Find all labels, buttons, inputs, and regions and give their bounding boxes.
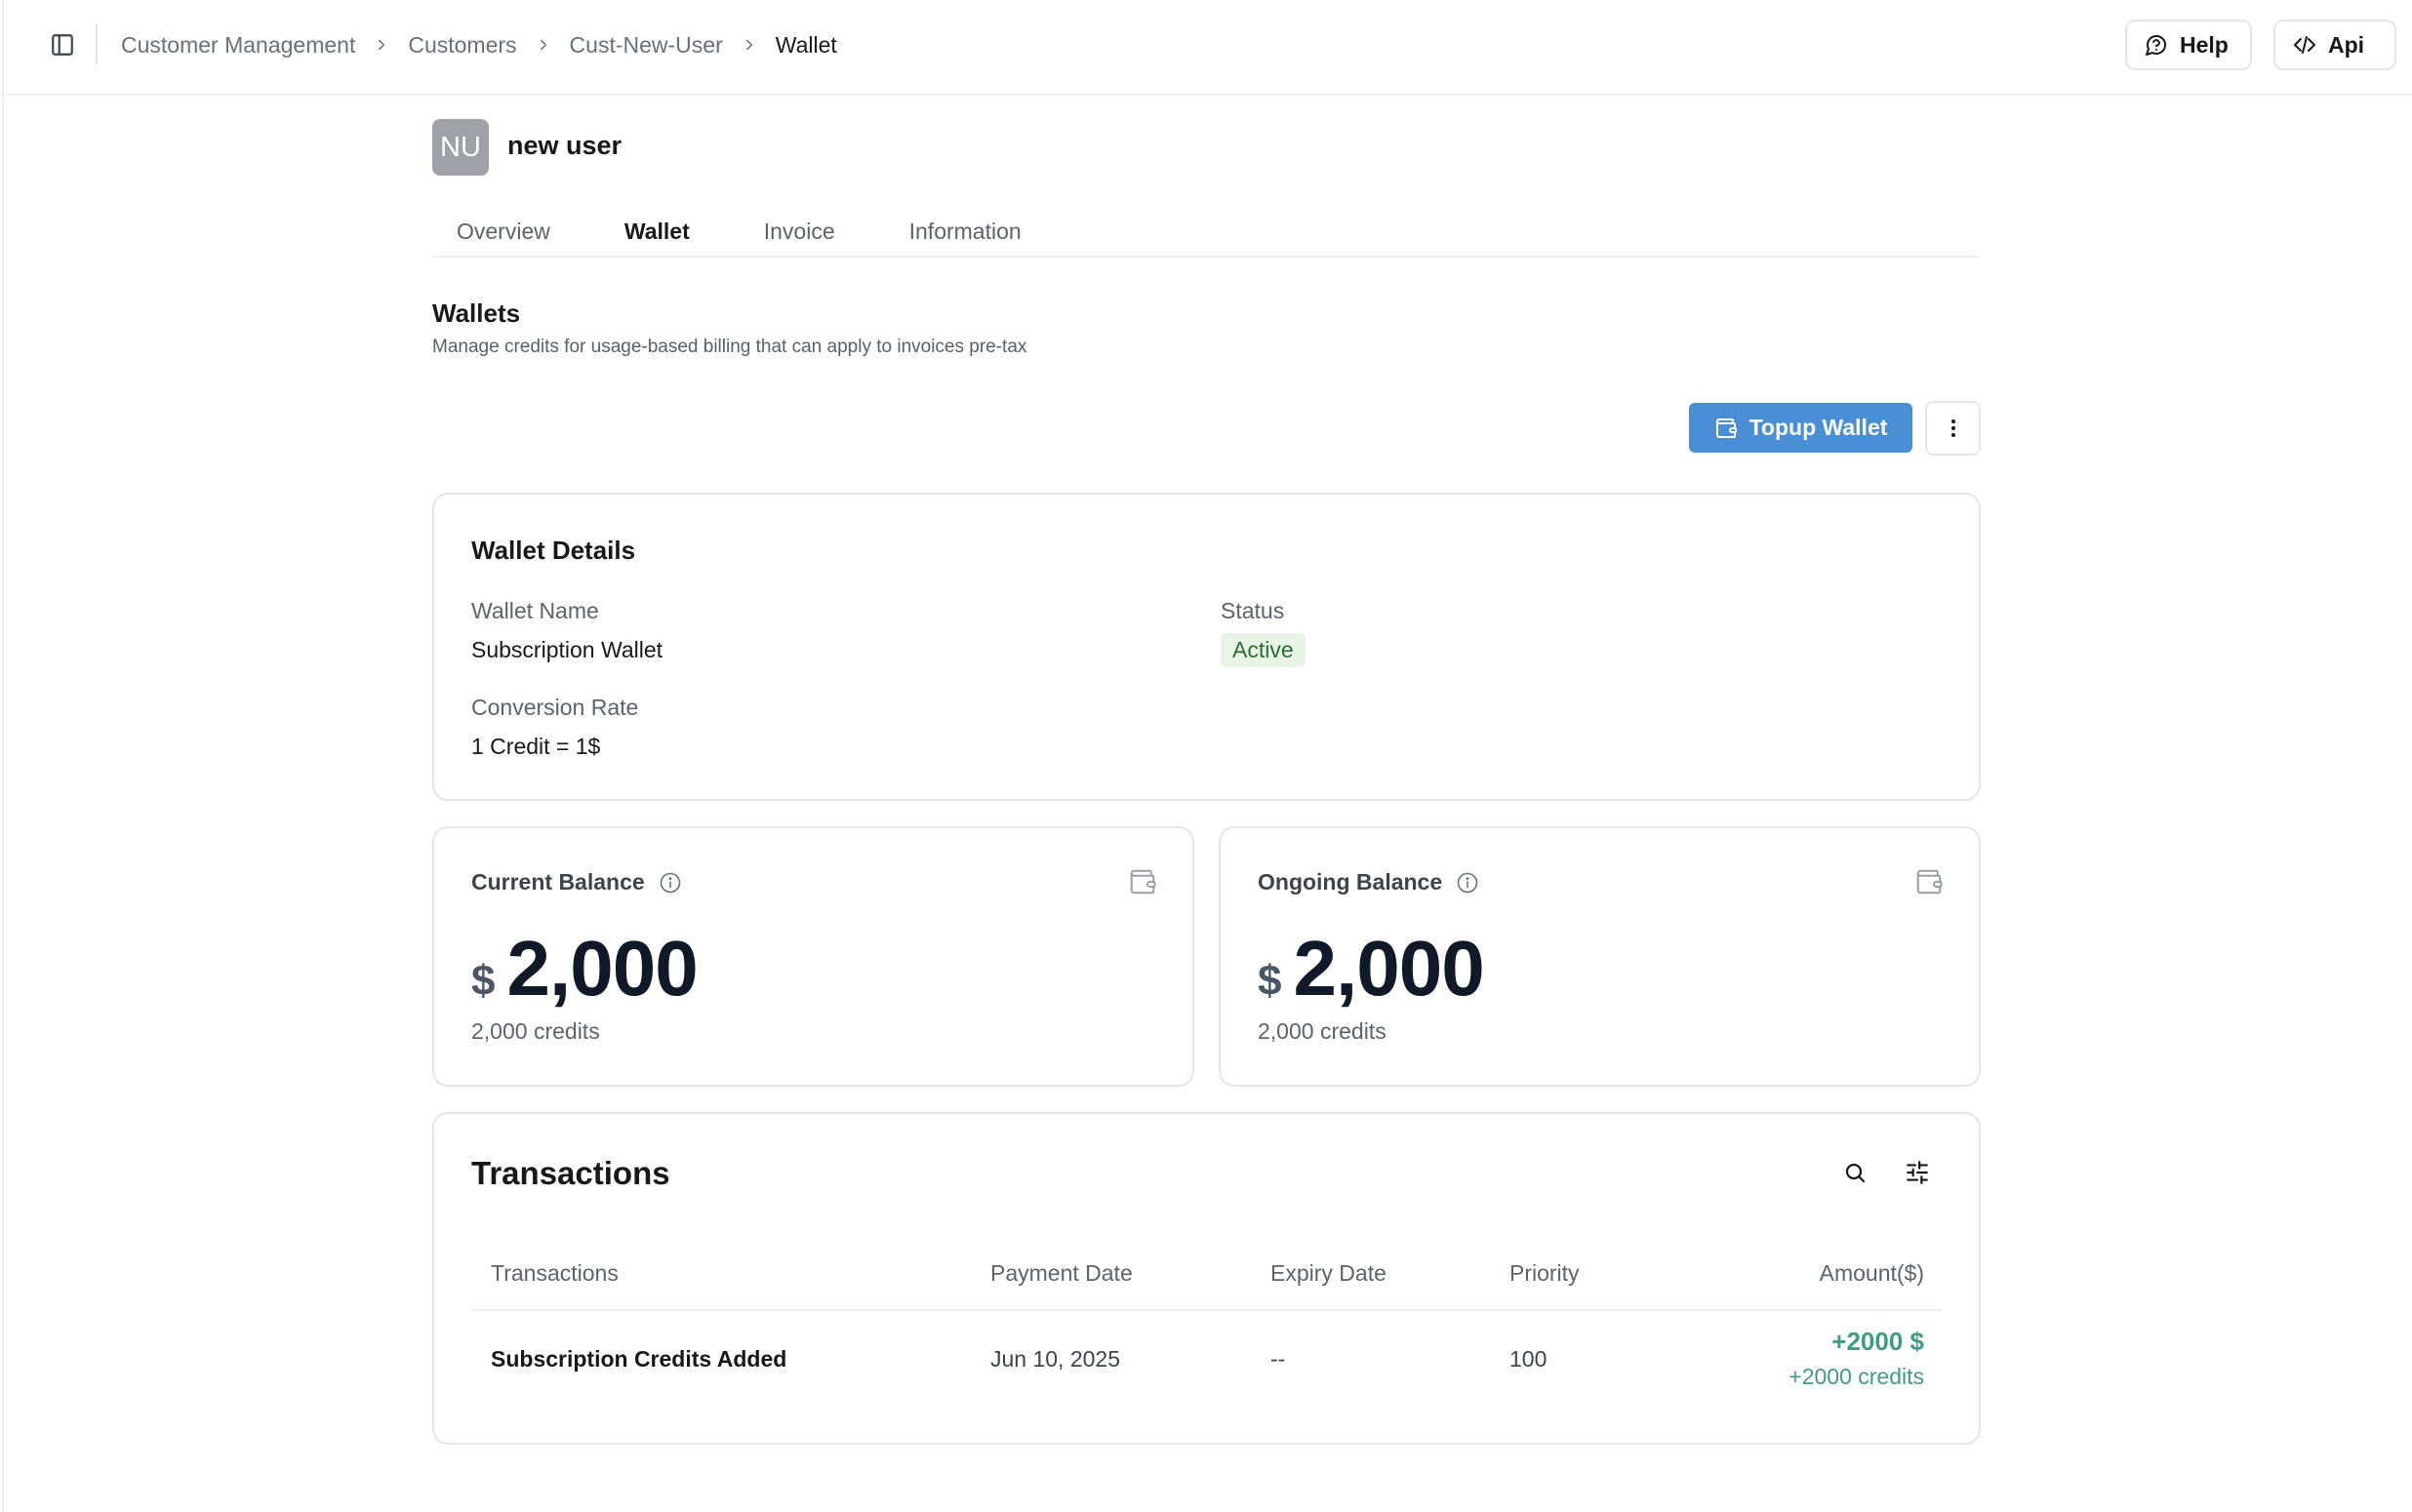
tab-overview[interactable]: Overview bbox=[432, 207, 575, 256]
wallet-name-label: Wallet Name bbox=[471, 598, 599, 623]
chevron-right-icon bbox=[373, 36, 390, 54]
more-vertical-icon bbox=[1950, 419, 1955, 437]
top-bar: Customer Management Customers Cust-New-U… bbox=[0, 0, 2412, 96]
breadcrumb: Customer Management Customers Cust-New-U… bbox=[121, 25, 837, 64]
help-button-label: Help bbox=[2180, 31, 2229, 58]
topup-wallet-label: Topup Wallet bbox=[1749, 415, 1888, 440]
sidebar-toggle-button[interactable] bbox=[45, 27, 80, 62]
ongoing-balance-amount: $ 2,000 bbox=[1258, 924, 1485, 1014]
api-button[interactable]: Api bbox=[2273, 20, 2396, 70]
conversion-rate-label: Conversion Rate bbox=[471, 695, 639, 720]
wallet-details-title: Wallet Details bbox=[471, 536, 636, 565]
api-button-label: Api bbox=[2328, 31, 2365, 58]
help-button[interactable]: Help bbox=[2125, 20, 2252, 70]
chevron-right-icon bbox=[535, 36, 552, 54]
help-chat-icon bbox=[2146, 35, 2166, 56]
ongoing-balance-credits: 2,000 credits bbox=[1258, 1018, 1387, 1044]
column-header-amount: Amount($) bbox=[1819, 1260, 1924, 1286]
avatar: NU bbox=[432, 119, 489, 176]
wallet-details-card: Wallet Details Wallet Name Subscription … bbox=[432, 493, 1981, 801]
wallets-subtitle: Manage credits for usage-based billing t… bbox=[432, 337, 1027, 357]
more-options-button[interactable] bbox=[1925, 401, 1981, 456]
transaction-amount: +2000 $ bbox=[1831, 1327, 1924, 1356]
customer-tabs: Overview Wallet Invoice Information bbox=[432, 207, 1980, 258]
breadcrumb-customer[interactable]: Cust-New-User bbox=[570, 32, 723, 59]
wallet-icon bbox=[1914, 867, 1944, 901]
tab-information[interactable]: Information bbox=[885, 207, 1046, 256]
wallet-icon bbox=[1715, 418, 1737, 438]
tab-invoice[interactable]: Invoice bbox=[740, 207, 860, 256]
column-header-priority: Priority bbox=[1509, 1260, 1580, 1286]
filter-button[interactable] bbox=[1898, 1153, 1937, 1192]
transactions-title: Transactions bbox=[471, 1155, 670, 1191]
wallet-name-value: Subscription Wallet bbox=[471, 637, 663, 662]
table-header-divider bbox=[471, 1309, 1942, 1311]
status-label: Status bbox=[1221, 598, 1285, 623]
sliders-icon bbox=[1907, 1161, 1928, 1184]
current-balance-value: 2,000 bbox=[506, 925, 698, 1012]
wallets-title: Wallets bbox=[432, 298, 521, 328]
sidebar-panel-icon bbox=[52, 34, 73, 56]
search-button[interactable] bbox=[1835, 1153, 1874, 1192]
current-balance-amount: $ 2,000 bbox=[471, 924, 699, 1014]
current-balance-label: Current Balance bbox=[471, 869, 645, 895]
transaction-name: Subscription Credits Added bbox=[491, 1346, 787, 1372]
transaction-credits: +2000 credits bbox=[1789, 1364, 1924, 1389]
ongoing-balance-value: 2,000 bbox=[1293, 925, 1484, 1012]
code-icon bbox=[2294, 36, 2315, 54]
tab-wallet[interactable]: Wallet bbox=[600, 207, 714, 256]
current-balance-header: Current Balance bbox=[471, 869, 682, 895]
breadcrumb-wallet: Wallet bbox=[775, 31, 837, 58]
info-icon[interactable] bbox=[1456, 871, 1479, 895]
expiry-date: -- bbox=[1270, 1346, 1286, 1372]
column-header-payment-date: Payment Date bbox=[990, 1260, 1133, 1286]
transactions-card: Transactions Transactions Payment Date E… bbox=[432, 1112, 1981, 1445]
column-header-transactions: Transactions bbox=[491, 1260, 619, 1286]
chevron-right-icon bbox=[741, 36, 758, 54]
currency-symbol: $ bbox=[471, 957, 496, 1005]
app-sidebar-edge bbox=[0, 0, 4, 1512]
payment-date: Jun 10, 2025 bbox=[990, 1346, 1121, 1372]
topup-wallet-button[interactable]: Topup Wallet bbox=[1689, 403, 1912, 453]
currency-symbol: $ bbox=[1258, 957, 1282, 1005]
column-header-expiry-date: Expiry Date bbox=[1270, 1260, 1387, 1286]
ongoing-balance-card: Ongoing Balance $ 2,000 2,000 credits bbox=[1219, 826, 1981, 1087]
breadcrumb-customer-management[interactable]: Customer Management bbox=[121, 32, 355, 59]
current-balance-credits: 2,000 credits bbox=[471, 1018, 600, 1044]
wallet-icon bbox=[1128, 867, 1157, 901]
status-badge: Active bbox=[1221, 633, 1306, 667]
current-balance-card: Current Balance $ 2,000 2,000 credits bbox=[432, 826, 1194, 1087]
conversion-rate-value: 1 Credit = 1$ bbox=[471, 734, 601, 759]
ongoing-balance-header: Ongoing Balance bbox=[1258, 869, 1479, 895]
info-icon[interactable] bbox=[659, 871, 682, 895]
customer-name: new user bbox=[507, 131, 623, 160]
ongoing-balance-label: Ongoing Balance bbox=[1258, 869, 1443, 895]
search-icon bbox=[1845, 1163, 1866, 1183]
topbar-divider bbox=[96, 23, 98, 64]
breadcrumb-customers[interactable]: Customers bbox=[408, 32, 516, 59]
priority: 100 bbox=[1509, 1346, 1548, 1372]
